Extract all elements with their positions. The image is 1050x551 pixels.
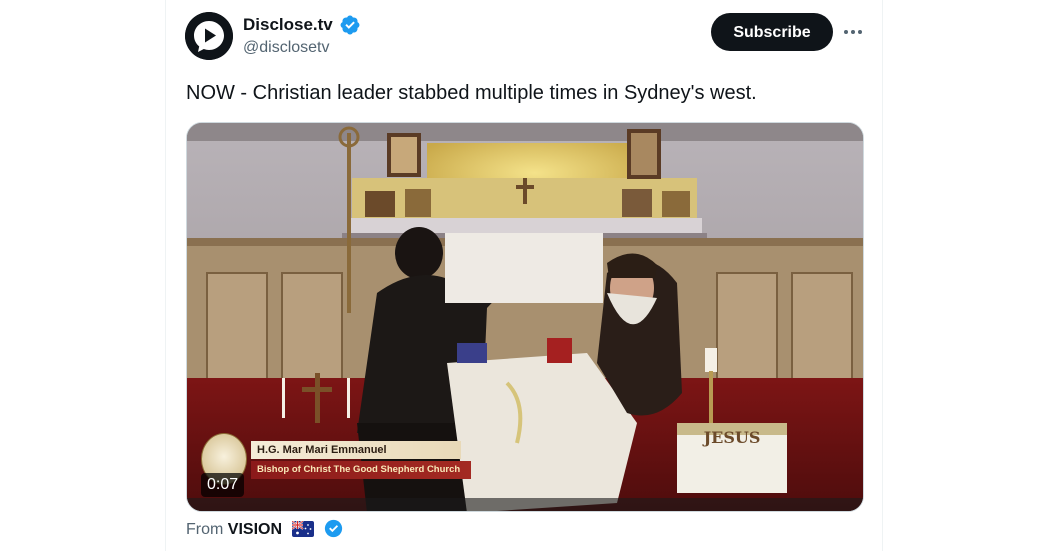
altar-text: JESUS: [702, 428, 761, 447]
video-timestamp: 0:07: [201, 473, 245, 497]
lower-third-name: H.G. Mar Mari Emmanuel: [251, 441, 461, 459]
verified-badge-icon: [324, 519, 343, 538]
play-bubble-logo-icon: [185, 12, 233, 60]
author-info: Disclose.tv @disclosetv: [243, 14, 360, 59]
australia-flag-icon: [292, 521, 315, 537]
author-display-name[interactable]: Disclose.tv: [243, 14, 333, 36]
page: Disclose.tv @disclosetv Subscribe NOW - …: [0, 0, 1050, 551]
more-horizontal-icon: [844, 30, 848, 34]
subscribe-button[interactable]: Subscribe: [711, 13, 833, 51]
verified-badge-icon: [340, 15, 360, 35]
lower-third-title: Bishop of Christ The Good Shepherd Churc…: [251, 461, 471, 479]
tweet-text: NOW - Christian leader stabbed multiple …: [186, 82, 757, 104]
tweet-header: Disclose.tv @disclosetv Subscribe: [185, 12, 865, 64]
more-horizontal-icon-dot: [858, 30, 862, 34]
attribution-prefix: From: [186, 521, 224, 538]
more-options-button[interactable]: [840, 20, 866, 44]
video-attribution: From VISION: [186, 519, 343, 541]
more-horizontal-icon-dot: [851, 30, 855, 34]
author-handle[interactable]: @disclosetv: [243, 37, 360, 59]
attribution-source[interactable]: VISION: [228, 521, 282, 538]
video-player[interactable]: JESUS H.G. Mar Mari Emmanuel Bishop of C…: [186, 122, 864, 512]
avatar[interactable]: [185, 12, 233, 60]
